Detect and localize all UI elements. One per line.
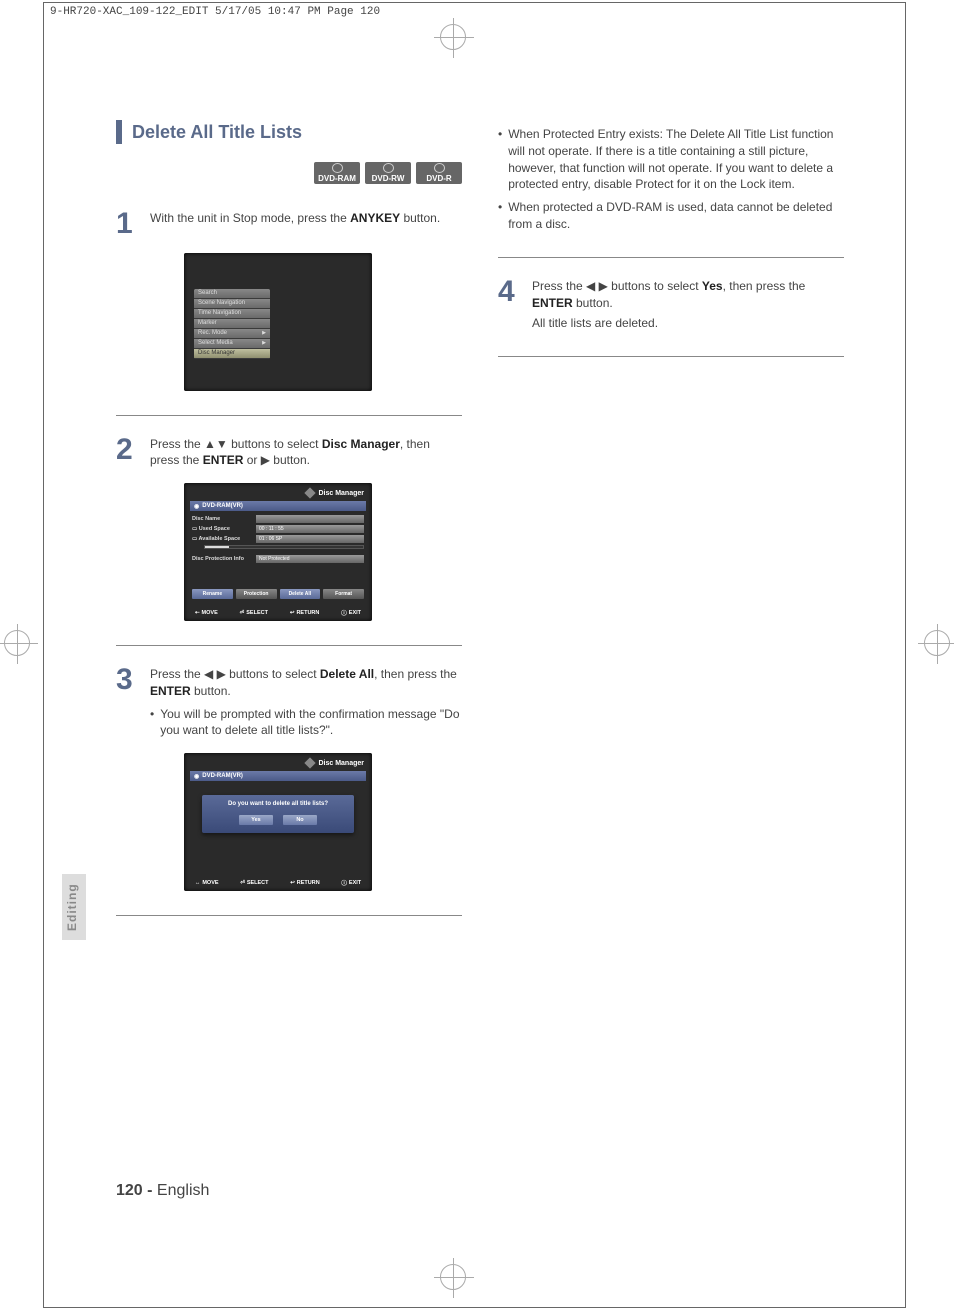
space-bar [204,545,364,549]
step-4: 4 Press the ◀ ▶ buttons to select Yes, t… [498,278,844,332]
osd-delete-all-button: Delete All [280,589,321,599]
divider [116,415,462,416]
osd-protection-button: Protection [236,589,277,599]
step-2: 2 Press the ▲▼ buttons to select Disc Ma… [116,436,462,470]
registration-mark-icon [440,24,466,50]
step-3: 3 Press the ◀ ▶ buttons to select Delete… [116,666,462,739]
osd-subtitle: ◉DVD-RAM(VR) [190,501,366,511]
page-footer: 120 - English [116,1182,209,1200]
step-number: 2 [116,436,140,470]
osd-title: Disc Manager [318,760,364,767]
protection-label: Disc Protection Info [192,556,252,562]
section-tab-editing: Editing [62,874,86,940]
disc-badge-dvd-r: DVD-R [416,162,462,184]
protection-value: Not Protected [256,555,364,563]
registration-mark-icon [4,630,30,656]
osd-menu-item: Marker [194,319,270,329]
divider [498,257,844,258]
chevron-right-icon: ▶ [262,330,266,336]
osd-title: Disc Manager [318,490,364,497]
disc-name-value [256,515,364,523]
osd-menu-item: Scene Navigation [194,299,270,309]
chevron-right-icon: ▶ [262,340,266,346]
confirm-dialog: Do you want to delete all title lists? Y… [202,795,354,833]
step-number: 1 [116,210,140,239]
section-title: Delete All Title Lists [116,120,462,144]
osd-rename-button: Rename [192,589,233,599]
osd-menu-item: Search [194,289,270,299]
osd-footer: ↔MOVE ⏎SELECT ↩RETURN ⓘEXIT [184,879,372,887]
osd-menu-item: Rec. Mode▶ [194,329,270,339]
osd-disc-manager: Disc Manager ◉DVD-RAM(VR) Disc Name ▭ Us… [184,483,372,621]
disc-name-label: Disc Name [192,516,252,522]
avail-space-label: ▭ Available Space [192,536,252,542]
step-body: Press the ◀ ▶ buttons to select Yes, the… [532,278,844,332]
dialog-message: Do you want to delete all title lists? [206,801,350,807]
divider [116,645,462,646]
dialog-yes-button: Yes [239,815,273,825]
osd-menu-item-selected: Disc Manager [194,349,270,359]
divider [116,915,462,916]
used-space-label: ▭ Used Space [192,526,252,532]
divider [498,356,844,357]
osd-footer: ⇠MOVE ⏎SELECT ↩RETURN ⓘEXIT [184,609,372,617]
title-bar-icon [116,120,122,144]
step-body: Press the ▲▼ buttons to select Disc Mana… [150,436,462,470]
used-space-value: 00 : 11 : 55 [256,525,364,533]
step-body: Press the ◀ ▶ buttons to select Delete A… [150,666,462,739]
diamond-icon [305,758,316,769]
osd-subtitle: ◉DVD-RAM(VR) [190,771,366,781]
step-number: 4 [498,278,522,332]
osd-format-button: Format [323,589,364,599]
right-column: •When Protected Entry exists: The Delete… [498,120,844,377]
prepress-header: 9-HR720-XAC_109-122_EDIT 5/17/05 10:47 P… [50,6,380,18]
registration-mark-icon [440,1264,466,1290]
osd-anykey-menu: Search Scene Navigation Time Navigation … [184,253,372,391]
disc-type-badges: DVD-RAM DVD-RW DVD-R [116,162,462,184]
avail-space-value: 01 : 06 SP [256,535,364,543]
dialog-no-button: No [283,815,317,825]
osd-menu-item: Time Navigation [194,309,270,319]
title-text: Delete All Title Lists [132,122,302,143]
notes-list: •When Protected Entry exists: The Delete… [498,126,844,233]
step-1: 1 With the unit in Stop mode, press the … [116,210,462,239]
step-body: With the unit in Stop mode, press the AN… [150,210,462,239]
disc-badge-dvd-ram: DVD-RAM [314,162,360,184]
osd-confirm-dialog: Disc Manager ◉DVD-RAM(VR) Do you want to… [184,753,372,891]
osd-menu-item: Select Media▶ [194,339,270,349]
osd-menu-list: Search Scene Navigation Time Navigation … [194,289,270,359]
step-number: 3 [116,666,140,739]
diamond-icon [305,487,316,498]
left-column: Delete All Title Lists DVD-RAM DVD-RW DV… [116,120,462,936]
disc-badge-dvd-rw: DVD-RW [365,162,411,184]
registration-mark-icon [924,630,950,656]
